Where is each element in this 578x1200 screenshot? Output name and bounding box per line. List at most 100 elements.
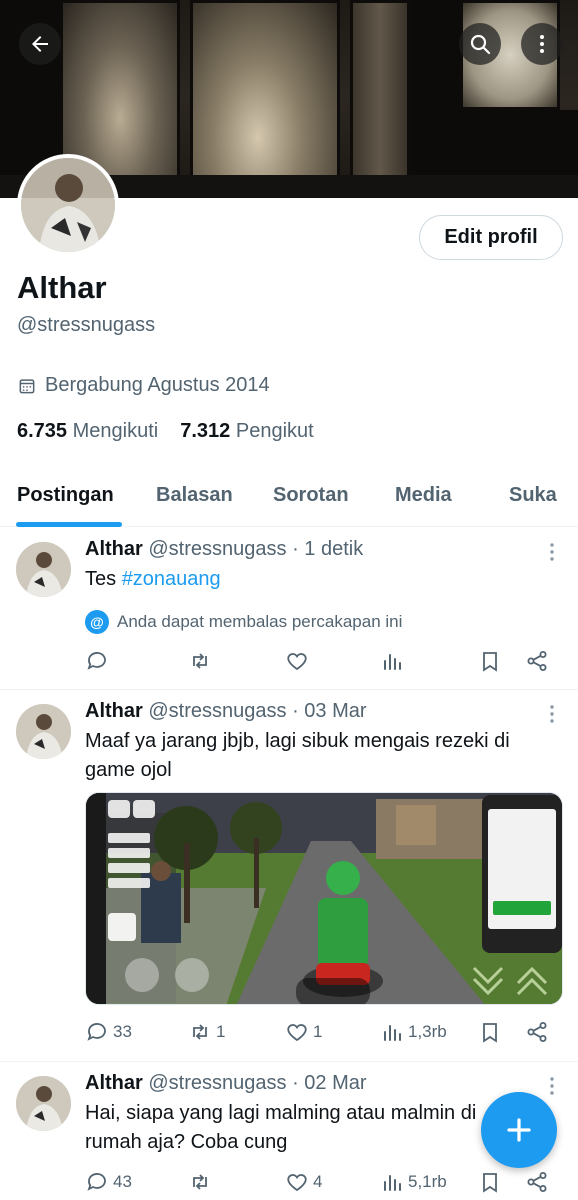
tweet-time: · 1 detik (292, 538, 364, 560)
tweet-avatar[interactable] (16, 704, 71, 759)
tab-replies[interactable]: Balasan (156, 484, 233, 507)
profile-name: Althar (17, 270, 107, 305)
compose-post-button[interactable] (481, 1092, 557, 1168)
views-button[interactable] (380, 649, 404, 673)
more-vertical-icon[interactable] (544, 542, 560, 562)
profile-handle: @stressnugass (17, 314, 156, 336)
bookmark-icon (483, 1023, 497, 1043)
bookmark-button[interactable] (478, 649, 502, 673)
like-button[interactable] (285, 649, 309, 673)
active-tab-indicator (16, 522, 122, 527)
edit-profile-button[interactable]: Edit profil (419, 215, 563, 260)
tweet-time: · 03 Mar (292, 700, 367, 722)
following-count: 6.735 (17, 420, 68, 442)
banner-frame (410, 0, 460, 198)
heart-icon (287, 1174, 307, 1192)
back-button[interactable] (19, 23, 61, 65)
calendar-icon (19, 378, 35, 393)
tweet-avatar[interactable] (16, 542, 71, 597)
tweet-actions: 33 1 1 1,3rb (85, 1020, 555, 1046)
more-vertical-icon (540, 35, 544, 53)
tweet-text-plain: Tes (85, 568, 122, 590)
joined-date: Bergabung Agustus 2014 (17, 374, 270, 397)
avatar-photo (16, 542, 71, 597)
tweet-author-name[interactable]: Althar (85, 700, 143, 722)
followers-count: 7.312 (180, 420, 231, 442)
retweet-button[interactable] (188, 649, 212, 673)
reply-button[interactable]: 43 (85, 1170, 132, 1194)
tweet-text-fragment: Hai, siapa yang lagi malming atau malmin (85, 1102, 456, 1124)
followers-link[interactable]: 7.312 Pengikut (180, 420, 313, 443)
tweet-author-handle: @stressnugass (148, 538, 287, 560)
reply-note-text: Anda dapat membalas percakapan ini (117, 612, 403, 631)
like-count: 4 (313, 1172, 323, 1191)
more-vertical-icon[interactable] (544, 1076, 560, 1096)
retweet-icon (193, 653, 207, 669)
tweet-media-image[interactable] (85, 792, 563, 1005)
bookmark-button[interactable] (478, 1020, 502, 1044)
search-button[interactable] (459, 23, 501, 65)
tweet-avatar[interactable] (16, 1076, 71, 1131)
heart-icon (287, 653, 307, 671)
retweet-icon (193, 1174, 207, 1190)
tweet-actions (85, 649, 555, 675)
tweet-author-handle: @stressnugass (148, 700, 287, 722)
banner-window (350, 0, 410, 198)
hashtag-link[interactable]: #zonauang (122, 568, 221, 590)
profile-avatar[interactable] (17, 154, 119, 256)
tab-likes[interactable]: Suka (509, 484, 557, 507)
retweet-icon (193, 1024, 207, 1040)
like-button[interactable]: 4 (285, 1170, 322, 1194)
share-button[interactable] (525, 1170, 549, 1194)
share-button[interactable] (525, 649, 549, 673)
share-icon (527, 1022, 547, 1042)
bookmark-icon (483, 1173, 497, 1193)
like-button[interactable]: 1 (285, 1020, 322, 1044)
profile-tabs: Postingan Balasan Sorotan Media Suka (0, 470, 578, 527)
tweet-actions: 43 4 5,1rb (85, 1170, 555, 1196)
retweet-button[interactable] (188, 1170, 212, 1194)
reply-count: 43 (113, 1172, 132, 1191)
tab-media[interactable]: Media (395, 484, 452, 507)
followers-label: Pengikut (235, 420, 314, 442)
tweet-author-name[interactable]: Althar (85, 1072, 143, 1094)
at-sign-icon: @ (85, 610, 109, 634)
share-button[interactable] (525, 1020, 549, 1044)
share-icon (527, 651, 547, 671)
analytics-icon (384, 1175, 401, 1191)
following-link[interactable]: 6.735 Mengikuti (17, 420, 158, 443)
bookmark-button[interactable] (478, 1170, 502, 1194)
view-count: 5,1rb (408, 1172, 447, 1191)
search-icon (470, 34, 491, 55)
banner-window (190, 0, 340, 198)
avatar-photo (21, 158, 115, 252)
more-vertical-icon[interactable] (544, 704, 560, 724)
tweet[interactable]: Althar @stressnugass · 1 detik Tes #zona… (0, 528, 578, 690)
more-options-button[interactable] (521, 23, 563, 65)
like-count: 1 (313, 1022, 323, 1041)
retweet-button[interactable]: 1 (188, 1020, 225, 1044)
tab-posts[interactable]: Postingan (17, 484, 114, 507)
tweet-time: · 02 Mar (292, 1072, 367, 1094)
tweet-text: Tes #zonauang (85, 565, 555, 594)
reply-permission-note: @ Anda dapat membalas percakapan ini (85, 610, 402, 634)
tweet-author-name[interactable]: Althar (85, 538, 143, 560)
avatar-photo (16, 1076, 71, 1131)
views-button[interactable]: 5,1rb (380, 1170, 447, 1194)
share-icon (527, 1172, 547, 1192)
tweet-text: Maaf ya jarang jbjb, lagi sibuk mengais … (85, 730, 510, 781)
follow-stats: 6.735 Mengikuti 7.312 Pengikut (17, 420, 314, 443)
analytics-icon (384, 1025, 401, 1041)
views-button[interactable]: 1,3rb (380, 1020, 447, 1044)
analytics-icon (384, 654, 401, 670)
game-screenshot (86, 793, 562, 1004)
joined-text: Bergabung Agustus 2014 (45, 374, 270, 396)
tweet-header: Althar @stressnugass · 03 Mar (85, 700, 367, 723)
reply-button[interactable] (85, 649, 109, 673)
reply-button[interactable]: 33 (85, 1020, 132, 1044)
reply-icon (87, 1173, 106, 1191)
reply-count: 33 (113, 1022, 132, 1041)
avatar-photo (16, 704, 71, 759)
tab-highlights[interactable]: Sorotan (273, 484, 349, 507)
view-count: 1,3rb (408, 1022, 447, 1041)
